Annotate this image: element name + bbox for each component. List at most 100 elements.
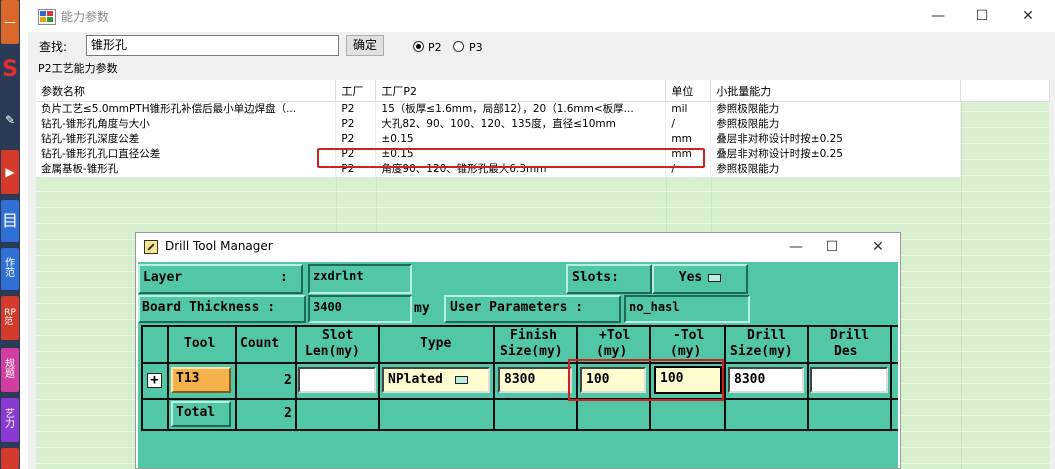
highlight-tolerance-marker [568, 359, 724, 401]
board-thickness-label: Board Thickness : [142, 300, 276, 315]
drill-app-icon [144, 240, 158, 254]
red-bottom-icon[interactable] [1, 448, 19, 469]
tool-icon[interactable]: ✎ [1, 98, 19, 142]
user-params-label: User Parameters : [450, 300, 584, 315]
table-row[interactable]: 钻孔-锥形孔深度公差 P2 ±0.15 mm 叠层非对称设计时按±0.25 [36, 132, 1050, 147]
drill-tool-manager-dialog: Drill Tool Manager — ☐ ✕ Layer : zxdrlnt… [135, 232, 901, 469]
layer-field[interactable]: zxdrlnt [308, 264, 412, 294]
col-header-drill-des: Drill [830, 328, 870, 343]
col-header-drill-size: Drill [747, 328, 787, 343]
col-border [295, 325, 297, 431]
slot-len-input[interactable] [298, 367, 376, 393]
dialog-title-bar: Drill Tool Manager — ☐ ✕ [136, 233, 900, 261]
col-header-finish: Finish [510, 328, 557, 343]
blue-app-icon[interactable]: 目 [1, 200, 19, 242]
s-icon[interactable]: S [1, 48, 19, 92]
col-header-factory-p2[interactable]: 工厂P2 [375, 80, 667, 102]
row-count: 2 [284, 373, 292, 388]
col-header-name[interactable]: 参数名称 [36, 80, 337, 102]
cell-unit: / [665, 117, 712, 132]
type-value: NPlated [388, 372, 443, 387]
maximize-icon[interactable]: ☐ [970, 6, 994, 26]
col-header-minus-tol-unit: (my) [670, 344, 702, 359]
col-border [493, 325, 495, 431]
rule-app-icon[interactable]: 规题 [1, 348, 19, 392]
tool-t13-button[interactable]: T13 [171, 367, 231, 393]
search-row: 查找: 锥形孔 确定 P2 P3 [28, 33, 1055, 61]
left-taskbar: — S ✎ ▶ 目 作范 RP 范 规题 艺力 [0, 0, 20, 469]
cell-small-batch: 叠层非对称设计时按±0.25 [710, 147, 962, 162]
cell-name: 钻孔-锥形孔孔口直径公差 [36, 147, 337, 162]
cell-small-batch: 叠层非对称设计时按±0.25 [710, 132, 962, 147]
board-thickness-field[interactable]: 3400 [308, 295, 412, 323]
col-header-minus-tol: -Tol [673, 328, 705, 343]
col-border [235, 325, 237, 431]
cell-unit: mil [665, 101, 712, 117]
search-label: 查找: [39, 40, 68, 54]
cell-small-batch: 参照极限能力 [710, 117, 962, 132]
dialog-maximize-icon[interactable]: ☐ [820, 237, 844, 257]
highlight-row-marker [317, 148, 705, 168]
minus-icon[interactable]: — [1, 0, 19, 44]
option-menu-icon [454, 375, 468, 384]
app-icon [38, 9, 56, 25]
search-input[interactable]: 锥形孔 [86, 35, 339, 56]
drill-des-input[interactable] [810, 367, 888, 393]
cell-name: 金属基板-锥形孔 [36, 162, 337, 177]
radio-p3[interactable] [453, 41, 464, 52]
col-header-drill-size-unit: Size(my) [730, 344, 793, 359]
table-top-border [141, 325, 898, 327]
col-header-unit[interactable]: 单位 [665, 80, 712, 102]
layer-label-box: Layer : [138, 264, 303, 294]
col-header-small-batch[interactable]: 小批量能力 [710, 80, 962, 102]
work-app-icon[interactable]: 作范 [1, 248, 19, 290]
col-border [167, 325, 169, 431]
table-header: 参数名称 工厂 工厂P2 单位 小批量能力 [36, 80, 1050, 102]
finish-size-input[interactable]: 8300 [498, 367, 572, 393]
red-app-icon[interactable]: ▶ [1, 150, 19, 194]
window-title: 能力参数 [61, 10, 110, 24]
cell-factory: P2 [335, 117, 377, 132]
dialog-minimize-icon[interactable]: — [784, 237, 808, 257]
layer-label: Layer [143, 270, 183, 285]
radio-p2-label: P2 [428, 41, 442, 54]
table-row[interactable]: 负片工艺≤5.0mmPTH锥形孔补偿后最小单边焊盘（... P2 15（板厚≤1… [36, 101, 1050, 117]
slots-value: Yes [678, 270, 703, 285]
board-thickness-label-box: Board Thickness : [138, 295, 306, 323]
confirm-button[interactable]: 确定 [346, 35, 384, 56]
user-params-label-box: User Parameters : [444, 295, 621, 323]
table-row[interactable]: 钻孔-锥形孔角度与大小 P2 大孔82、90、100、120、135度，直径≤1… [36, 117, 1050, 132]
minimize-icon[interactable]: — [926, 6, 950, 26]
type-select[interactable]: NPlated [382, 367, 490, 393]
cell-name: 钻孔-锥形孔角度与大小 [36, 117, 337, 132]
cell-unit: mm [665, 132, 712, 147]
expand-row-button[interactable]: + [147, 373, 162, 388]
radio-p2[interactable] [413, 41, 424, 52]
total-button[interactable]: Total [171, 401, 231, 427]
user-params-field[interactable]: no_hasl [624, 295, 750, 323]
col-border [890, 325, 892, 431]
cell-small-batch: 参照极限能力 [710, 101, 962, 117]
dialog-close-icon[interactable]: ✕ [866, 237, 890, 257]
col-border [378, 325, 380, 431]
col-header-slot-len: Slot [322, 328, 354, 343]
cell-value: 大孔82、90、100、120、135度，直径≤10mm [375, 117, 667, 132]
col-header-factory[interactable]: 工厂 [335, 80, 377, 102]
cell-value: ±0.15 [375, 132, 667, 147]
radio-p3-label: P3 [469, 41, 483, 54]
row-border [141, 398, 898, 400]
total-count: 2 [284, 406, 292, 421]
col-border [807, 325, 809, 431]
group-label: P2工艺能力参数 [38, 62, 118, 75]
slots-select[interactable]: Yes [652, 264, 748, 294]
col-header-plus-tol: +Tol [599, 328, 631, 343]
craft-app-icon[interactable]: 艺力 [1, 398, 19, 442]
close-icon[interactable]: ✕ [1016, 6, 1040, 26]
rp-app-icon[interactable]: RP 范 [1, 296, 19, 340]
slots-label: Slots: [572, 270, 619, 285]
layer-colon: : [280, 270, 288, 285]
drill-size-input[interactable]: 8300 [728, 367, 804, 393]
cell-factory: P2 [335, 101, 377, 117]
cell-name: 负片工艺≤5.0mmPTH锥形孔补偿后最小单边焊盘（... [36, 101, 337, 117]
cell-small-batch: 参照极限能力 [710, 162, 962, 177]
